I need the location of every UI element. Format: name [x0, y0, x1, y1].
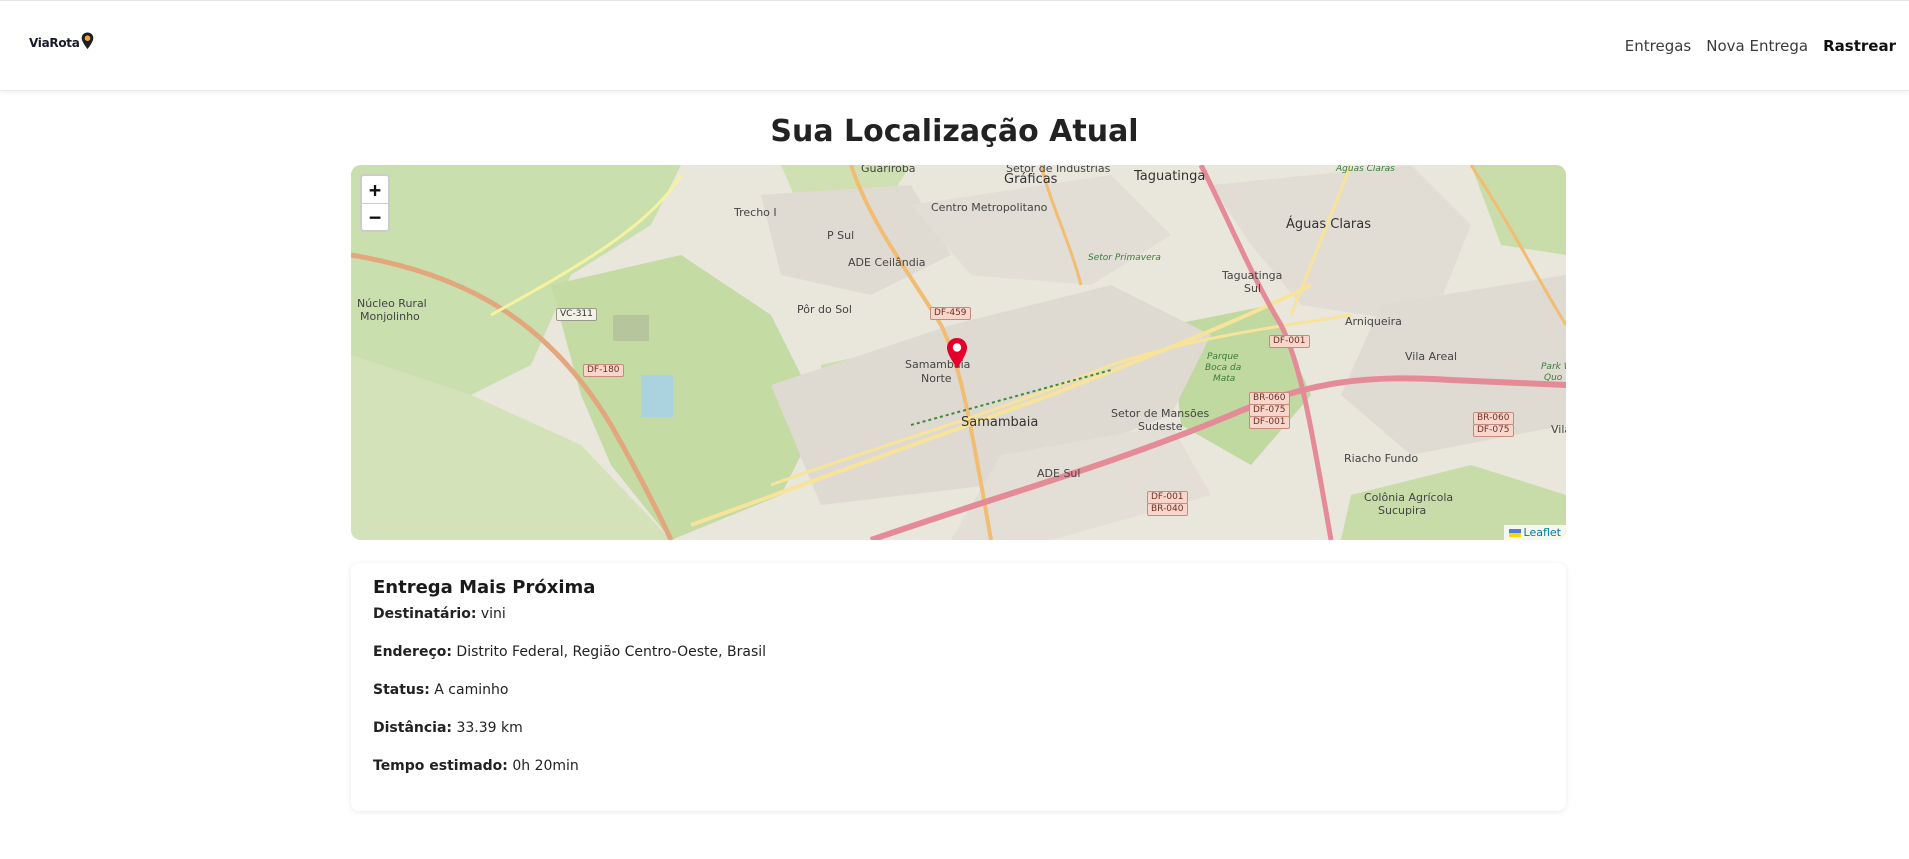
- row-label: Tempo estimado:: [373, 758, 508, 774]
- map-label: Sul: [1244, 282, 1262, 295]
- top-navbar: ViaRota Entregas Nova Entrega Rastrear: [0, 0, 1909, 91]
- map-label: Mata: [1213, 374, 1236, 384]
- row-endereco: Endereço: Distrito Federal, Região Centr…: [373, 644, 1544, 682]
- map-attribution: Leaflet: [1503, 525, 1566, 540]
- row-value: 0h 20min: [512, 758, 579, 774]
- map-label: Sucupira: [1378, 504, 1427, 517]
- road-shield: DF-001: [1269, 335, 1310, 348]
- brand-name: ViaRota: [29, 36, 80, 50]
- nav-links: Entregas Nova Entrega Rastrear: [1625, 37, 1896, 55]
- map-label: Vila Areal: [1405, 350, 1458, 363]
- map-container[interactable]: Guariroba Setor de Indústrias Gráficas T…: [351, 165, 1566, 540]
- road-shield: DF-180: [583, 364, 624, 377]
- nearest-delivery-card: Entrega Mais Próxima Destinatário: vini …: [351, 563, 1566, 811]
- card-title: Entrega Mais Próxima: [373, 577, 596, 598]
- map-label: Riacho Fundo: [1344, 452, 1419, 465]
- map-label: Quo: [1544, 373, 1563, 383]
- map-label: Pôr do Sol: [797, 303, 852, 316]
- row-distancia: Distância: 33.39 km: [373, 720, 1544, 758]
- row-value: vini: [480, 606, 506, 622]
- nav-link-rastrear[interactable]: Rastrear: [1823, 37, 1896, 55]
- map-label: Águas Claras: [1286, 217, 1371, 232]
- row-status: Status: A caminho: [373, 682, 1544, 720]
- row-label: Destinatário:: [373, 606, 477, 622]
- zoom-out-button[interactable]: −: [362, 203, 388, 230]
- zoom-in-button[interactable]: +: [362, 176, 388, 203]
- row-value: 33.39 km: [456, 720, 523, 736]
- page-title: Sua Localização Atual: [770, 114, 1139, 149]
- map-label: Guariroba: [861, 165, 916, 175]
- map-label: ADE Sul: [1037, 467, 1081, 480]
- map-label: P Sul: [827, 229, 855, 242]
- row-value: Distrito Federal, Região Centro-Oeste, B…: [456, 644, 767, 660]
- brand-logo[interactable]: ViaRota: [29, 32, 94, 50]
- map-label: ADE Ceilândia: [848, 256, 926, 269]
- map-label: Vila: [1551, 423, 1566, 436]
- map-label: Núcleo Rural: [357, 297, 427, 310]
- map-pin-icon: [81, 32, 93, 49]
- row-destinatario: Destinatário: vini: [373, 606, 1544, 644]
- road-shield: BR-040: [1147, 503, 1188, 516]
- map-label: Monjolinho: [360, 310, 420, 323]
- zoom-control: + −: [360, 174, 390, 232]
- map-label: Centro Metropolitano: [931, 201, 1048, 214]
- map-label: Colônia Agrícola: [1364, 491, 1454, 504]
- map-label: Sudeste: [1138, 420, 1183, 433]
- map-label: Gráficas: [1004, 172, 1058, 187]
- row-label: Endereço:: [373, 644, 452, 660]
- leaflet-link[interactable]: Leaflet: [1524, 526, 1561, 539]
- row-label: Status:: [373, 682, 430, 698]
- map-label: Taguatinga: [1222, 269, 1283, 282]
- map-label: Setor de Mansões: [1111, 407, 1210, 420]
- row-value: A caminho: [434, 682, 509, 698]
- map-label: Águas Claras: [1336, 165, 1395, 174]
- map-label: Trecho I: [734, 206, 777, 219]
- map-label: Setor Primavera: [1088, 253, 1161, 263]
- row-tempo-estimado: Tempo estimado: 0h 20min: [373, 758, 1544, 796]
- map-marker-icon[interactable]: [946, 337, 968, 369]
- map-label: Arniqueira: [1345, 315, 1402, 328]
- ukraine-flag-icon: [1508, 528, 1521, 537]
- map-label: Taguatinga: [1134, 169, 1206, 184]
- road-shield: DF-001: [1249, 416, 1290, 429]
- map-label: Samambaia: [961, 415, 1039, 430]
- road-shield: DF-075: [1473, 424, 1514, 437]
- road-shield: VC-311: [556, 308, 597, 321]
- road-shield: DF-459: [930, 307, 971, 320]
- map-label: Norte: [921, 372, 952, 385]
- nav-link-entregas[interactable]: Entregas: [1625, 37, 1691, 55]
- row-label: Distância:: [373, 720, 453, 736]
- nav-link-nova-entrega[interactable]: Nova Entrega: [1706, 37, 1808, 55]
